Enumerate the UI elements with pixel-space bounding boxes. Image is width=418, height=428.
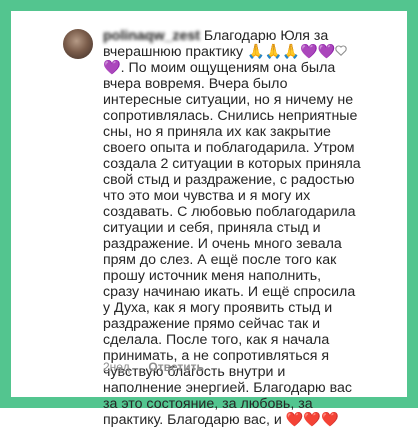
comment-line: раздражение прямо сейчас так и (103, 316, 321, 332)
comment-line: вчера вовремя. Вчера было (103, 76, 288, 92)
comment-line: раздражение. И очень много зевала (103, 236, 342, 252)
comment-line: что это мои чувства и я могу их (103, 188, 311, 204)
comment-line: создала 2 ситуации в которых приняла (103, 156, 361, 172)
avatar[interactable] (63, 29, 93, 59)
comment-line-last: практику. Благодарю вас, и ❤️❤️❤️ (103, 412, 339, 428)
comment-time: 2нед. (103, 360, 134, 374)
reply-button[interactable]: Ответить (148, 360, 203, 374)
comment-card: polinaqw_zest Благодарю Юля за вчерашнюю… (11, 11, 407, 428)
comment-line: свой стыд и раздражение, с радостью (103, 172, 355, 188)
heart-outline-icon (335, 44, 347, 56)
comment-line-3: 💜. По моим ощущениям она была (103, 60, 336, 76)
comment-line: наполнение энергией. Благодарю вас (103, 380, 353, 396)
purple-heart-emoji-single: 💜 (103, 60, 121, 76)
comment-line: сделала. После того, как я начала (103, 332, 330, 348)
red-heart-emoji: ❤️❤️❤️ (285, 412, 339, 428)
pray-emoji: 🙏🙏🙏 (247, 44, 301, 60)
comment-line-2: вчерашнюю практику 🙏🙏🙏💜💜 (103, 44, 336, 60)
comment-line: сразу начинаю икать. И ещё спросила (103, 284, 356, 300)
comment-line: у Духа, как я могу проявить стыд и (103, 300, 333, 316)
comment-line: создавать. С любовью поблагодарила (103, 204, 356, 220)
comment-line: за это состояние, за любовь, за (103, 396, 313, 412)
comment-line: прям до слез. А ещё после того как (103, 252, 337, 268)
username[interactable]: polinaqw_zest (103, 28, 200, 44)
comment-line: своего опыта и поблагодарила. Утром (103, 140, 355, 156)
like-heart-icon[interactable] (334, 43, 348, 57)
comment-line: сны, но я приняла их как закрытие (103, 124, 331, 140)
comment-line: сопротивлялась. Снились неприятные (103, 108, 358, 124)
comment-line: интересные ситуации, но я ничему не (103, 92, 354, 108)
purple-heart-emoji: 💜💜 (300, 44, 336, 60)
comment-line: ситуации и себя, приняла стыд и (103, 220, 321, 236)
comment-meta: 2нед. Ответить (103, 360, 216, 374)
comment-line: прошу источник меня наполнить, (103, 268, 322, 284)
comment-line-1: polinaqw_zest Благодарю Юля за (103, 28, 329, 44)
